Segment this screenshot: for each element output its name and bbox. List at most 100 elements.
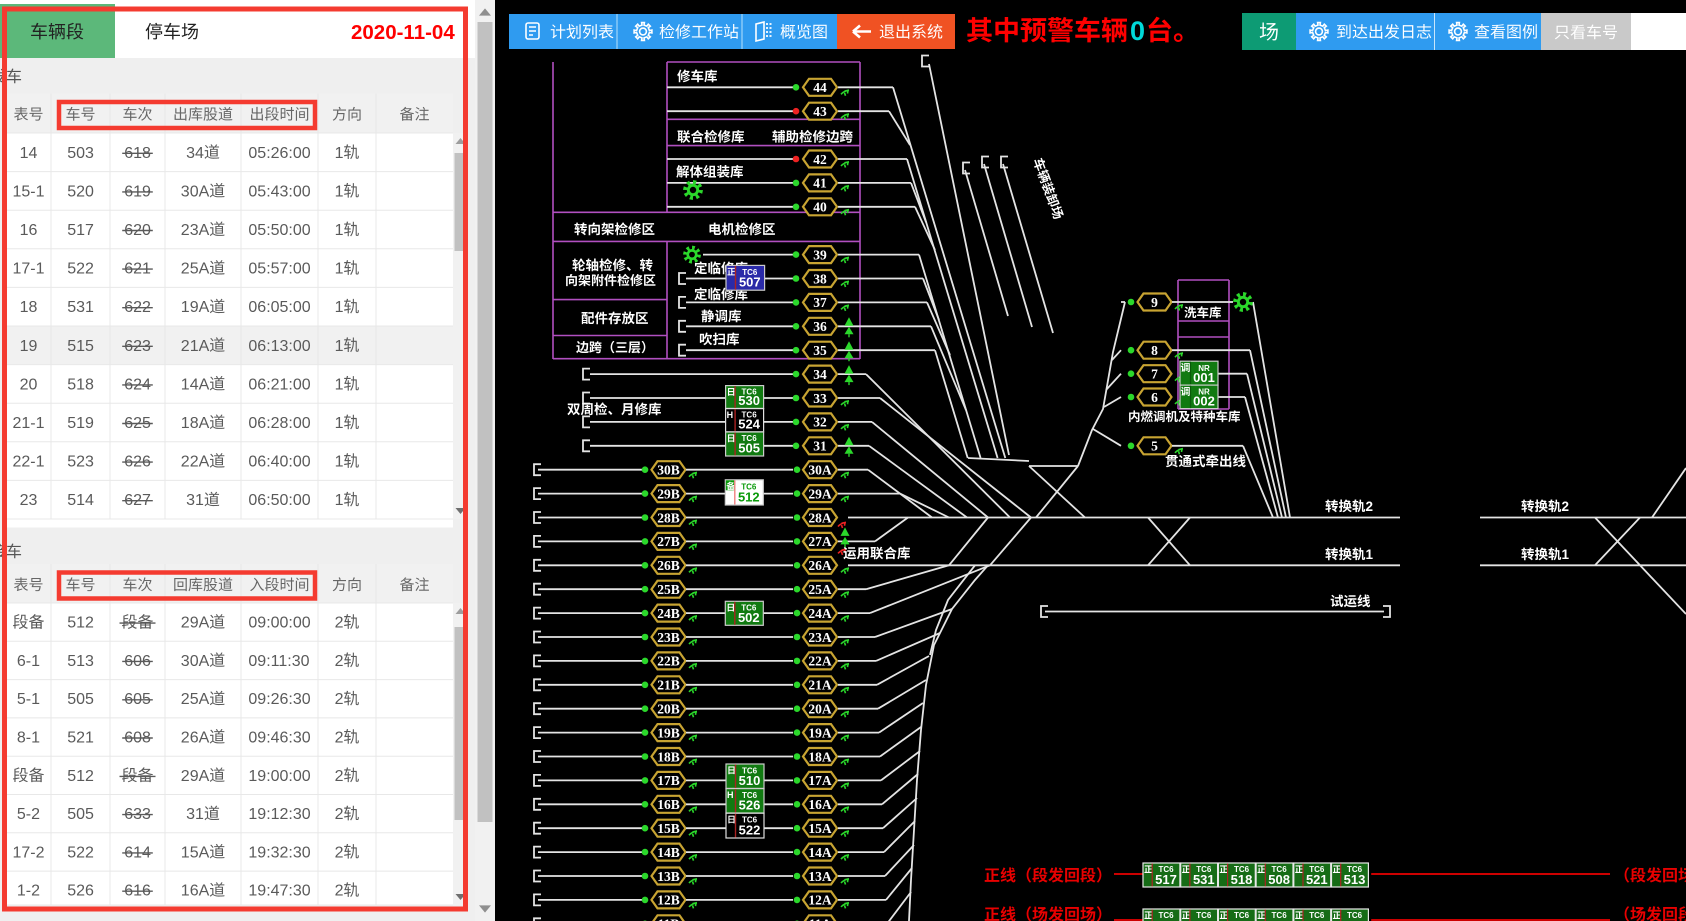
svg-text:1: 1 (335, 145, 344, 162)
svg-text:17B: 17B (657, 773, 680, 788)
svg-text:002: 002 (1193, 394, 1215, 409)
svg-text:15-1: 15-1 (13, 183, 45, 200)
svg-text:37: 37 (813, 295, 827, 310)
svg-text:21B: 21B (657, 678, 680, 693)
svg-text:11B: 11B (658, 917, 680, 921)
svg-text:13A: 13A (808, 869, 832, 884)
svg-text:17A: 17A (808, 773, 832, 788)
svg-text:13B: 13B (657, 869, 680, 884)
svg-text:19:12:30: 19:12:30 (248, 806, 310, 823)
svg-text:34: 34 (813, 367, 827, 382)
svg-text:44: 44 (813, 80, 827, 95)
svg-text:519: 519 (67, 415, 94, 432)
svg-text:1: 1 (335, 415, 344, 432)
svg-text:25B: 25B (657, 582, 680, 597)
svg-text:21-1: 21-1 (13, 415, 45, 432)
svg-text:8: 8 (1151, 343, 1158, 358)
svg-text:18B: 18B (657, 749, 680, 764)
svg-text:2020-11-04: 2020-11-04 (351, 21, 455, 44)
svg-text:36: 36 (813, 319, 827, 334)
svg-text:26A: 26A (181, 730, 210, 747)
svg-text:20: 20 (20, 376, 38, 393)
svg-text:2: 2 (1562, 499, 1570, 514)
svg-text:524: 524 (738, 416, 760, 431)
svg-text:7: 7 (1151, 367, 1158, 382)
svg-text:09:11:30: 09:11:30 (248, 653, 309, 670)
svg-text:514: 514 (67, 492, 94, 509)
svg-text:1: 1 (335, 222, 344, 239)
svg-text:521: 521 (67, 730, 94, 747)
svg-text:29B: 29B (657, 486, 680, 501)
svg-text:18A: 18A (181, 415, 210, 432)
svg-text:05:43:00: 05:43:00 (248, 183, 310, 200)
svg-text:508: 508 (1268, 872, 1290, 887)
svg-text:38: 38 (813, 271, 827, 286)
svg-text:14: 14 (20, 145, 38, 162)
svg-text:2: 2 (335, 768, 344, 785)
svg-text:31: 31 (813, 439, 827, 454)
svg-text:512: 512 (67, 615, 94, 632)
svg-text:1: 1 (335, 492, 344, 509)
svg-text:2: 2 (335, 615, 344, 632)
svg-text:33: 33 (813, 391, 827, 406)
svg-text:530: 530 (738, 393, 760, 408)
svg-text:16B: 16B (657, 797, 680, 812)
svg-text:522: 522 (67, 261, 94, 278)
svg-text:16A: 16A (181, 883, 210, 900)
svg-text:12B: 12B (657, 893, 680, 908)
svg-text:503: 503 (67, 145, 94, 162)
svg-text:05:50:00: 05:50:00 (248, 222, 310, 239)
svg-text:31: 31 (186, 492, 204, 509)
svg-text:11A: 11A (809, 917, 832, 921)
svg-text:19:47:30: 19:47:30 (248, 883, 310, 900)
svg-text:2: 2 (335, 844, 344, 861)
svg-text:1: 1 (335, 261, 344, 278)
svg-text:15A: 15A (181, 844, 210, 861)
svg-text:19A: 19A (181, 299, 210, 316)
svg-text:520: 520 (67, 183, 94, 200)
svg-text:523: 523 (67, 454, 94, 471)
svg-text:15B: 15B (657, 821, 680, 836)
svg-text:24A: 24A (808, 606, 832, 621)
svg-text:27B: 27B (657, 534, 680, 549)
svg-text:1: 1 (335, 183, 344, 200)
svg-text:42: 42 (813, 152, 827, 167)
svg-text:2: 2 (335, 806, 344, 823)
svg-text:0: 0 (1130, 16, 1145, 46)
svg-text:505: 505 (67, 806, 94, 823)
svg-text:2: 2 (335, 691, 344, 708)
svg-text:18: 18 (20, 299, 38, 316)
svg-text:15A: 15A (808, 821, 832, 836)
svg-text:5: 5 (1151, 439, 1158, 454)
svg-text:30A: 30A (181, 183, 210, 200)
svg-text:8-1: 8-1 (17, 730, 40, 747)
svg-text:19:00:00: 19:00:00 (248, 768, 310, 785)
svg-text:512: 512 (738, 490, 760, 505)
svg-text:505: 505 (738, 441, 760, 456)
svg-text:531: 531 (1193, 872, 1215, 887)
svg-text:2: 2 (335, 653, 344, 670)
svg-text:18A: 18A (808, 749, 832, 764)
svg-text:35: 35 (813, 343, 827, 358)
svg-text:06:50:00: 06:50:00 (248, 492, 310, 509)
svg-text:6-1: 6-1 (17, 653, 40, 670)
svg-text:522: 522 (67, 844, 94, 861)
svg-text:22-1: 22-1 (13, 454, 45, 471)
svg-text:16A: 16A (808, 797, 832, 812)
svg-text:41: 41 (813, 176, 827, 191)
svg-text:521: 521 (1306, 872, 1328, 887)
svg-text:19B: 19B (657, 725, 680, 740)
svg-text:515: 515 (67, 338, 94, 355)
svg-text:TC6: TC6 (1158, 911, 1174, 920)
svg-text:1: 1 (335, 454, 344, 471)
svg-text:2: 2 (1366, 499, 1374, 514)
svg-text:526: 526 (739, 798, 761, 813)
svg-text:TC6: TC6 (1234, 911, 1250, 920)
svg-text:06:13:00: 06:13:00 (248, 338, 310, 355)
svg-text:31: 31 (186, 806, 204, 823)
svg-text:39: 39 (813, 247, 827, 262)
svg-text:TC6: TC6 (1272, 911, 1288, 920)
svg-text:40: 40 (813, 200, 827, 215)
svg-text:19:32:30: 19:32:30 (248, 844, 310, 861)
svg-text:06:05:00: 06:05:00 (248, 299, 310, 316)
